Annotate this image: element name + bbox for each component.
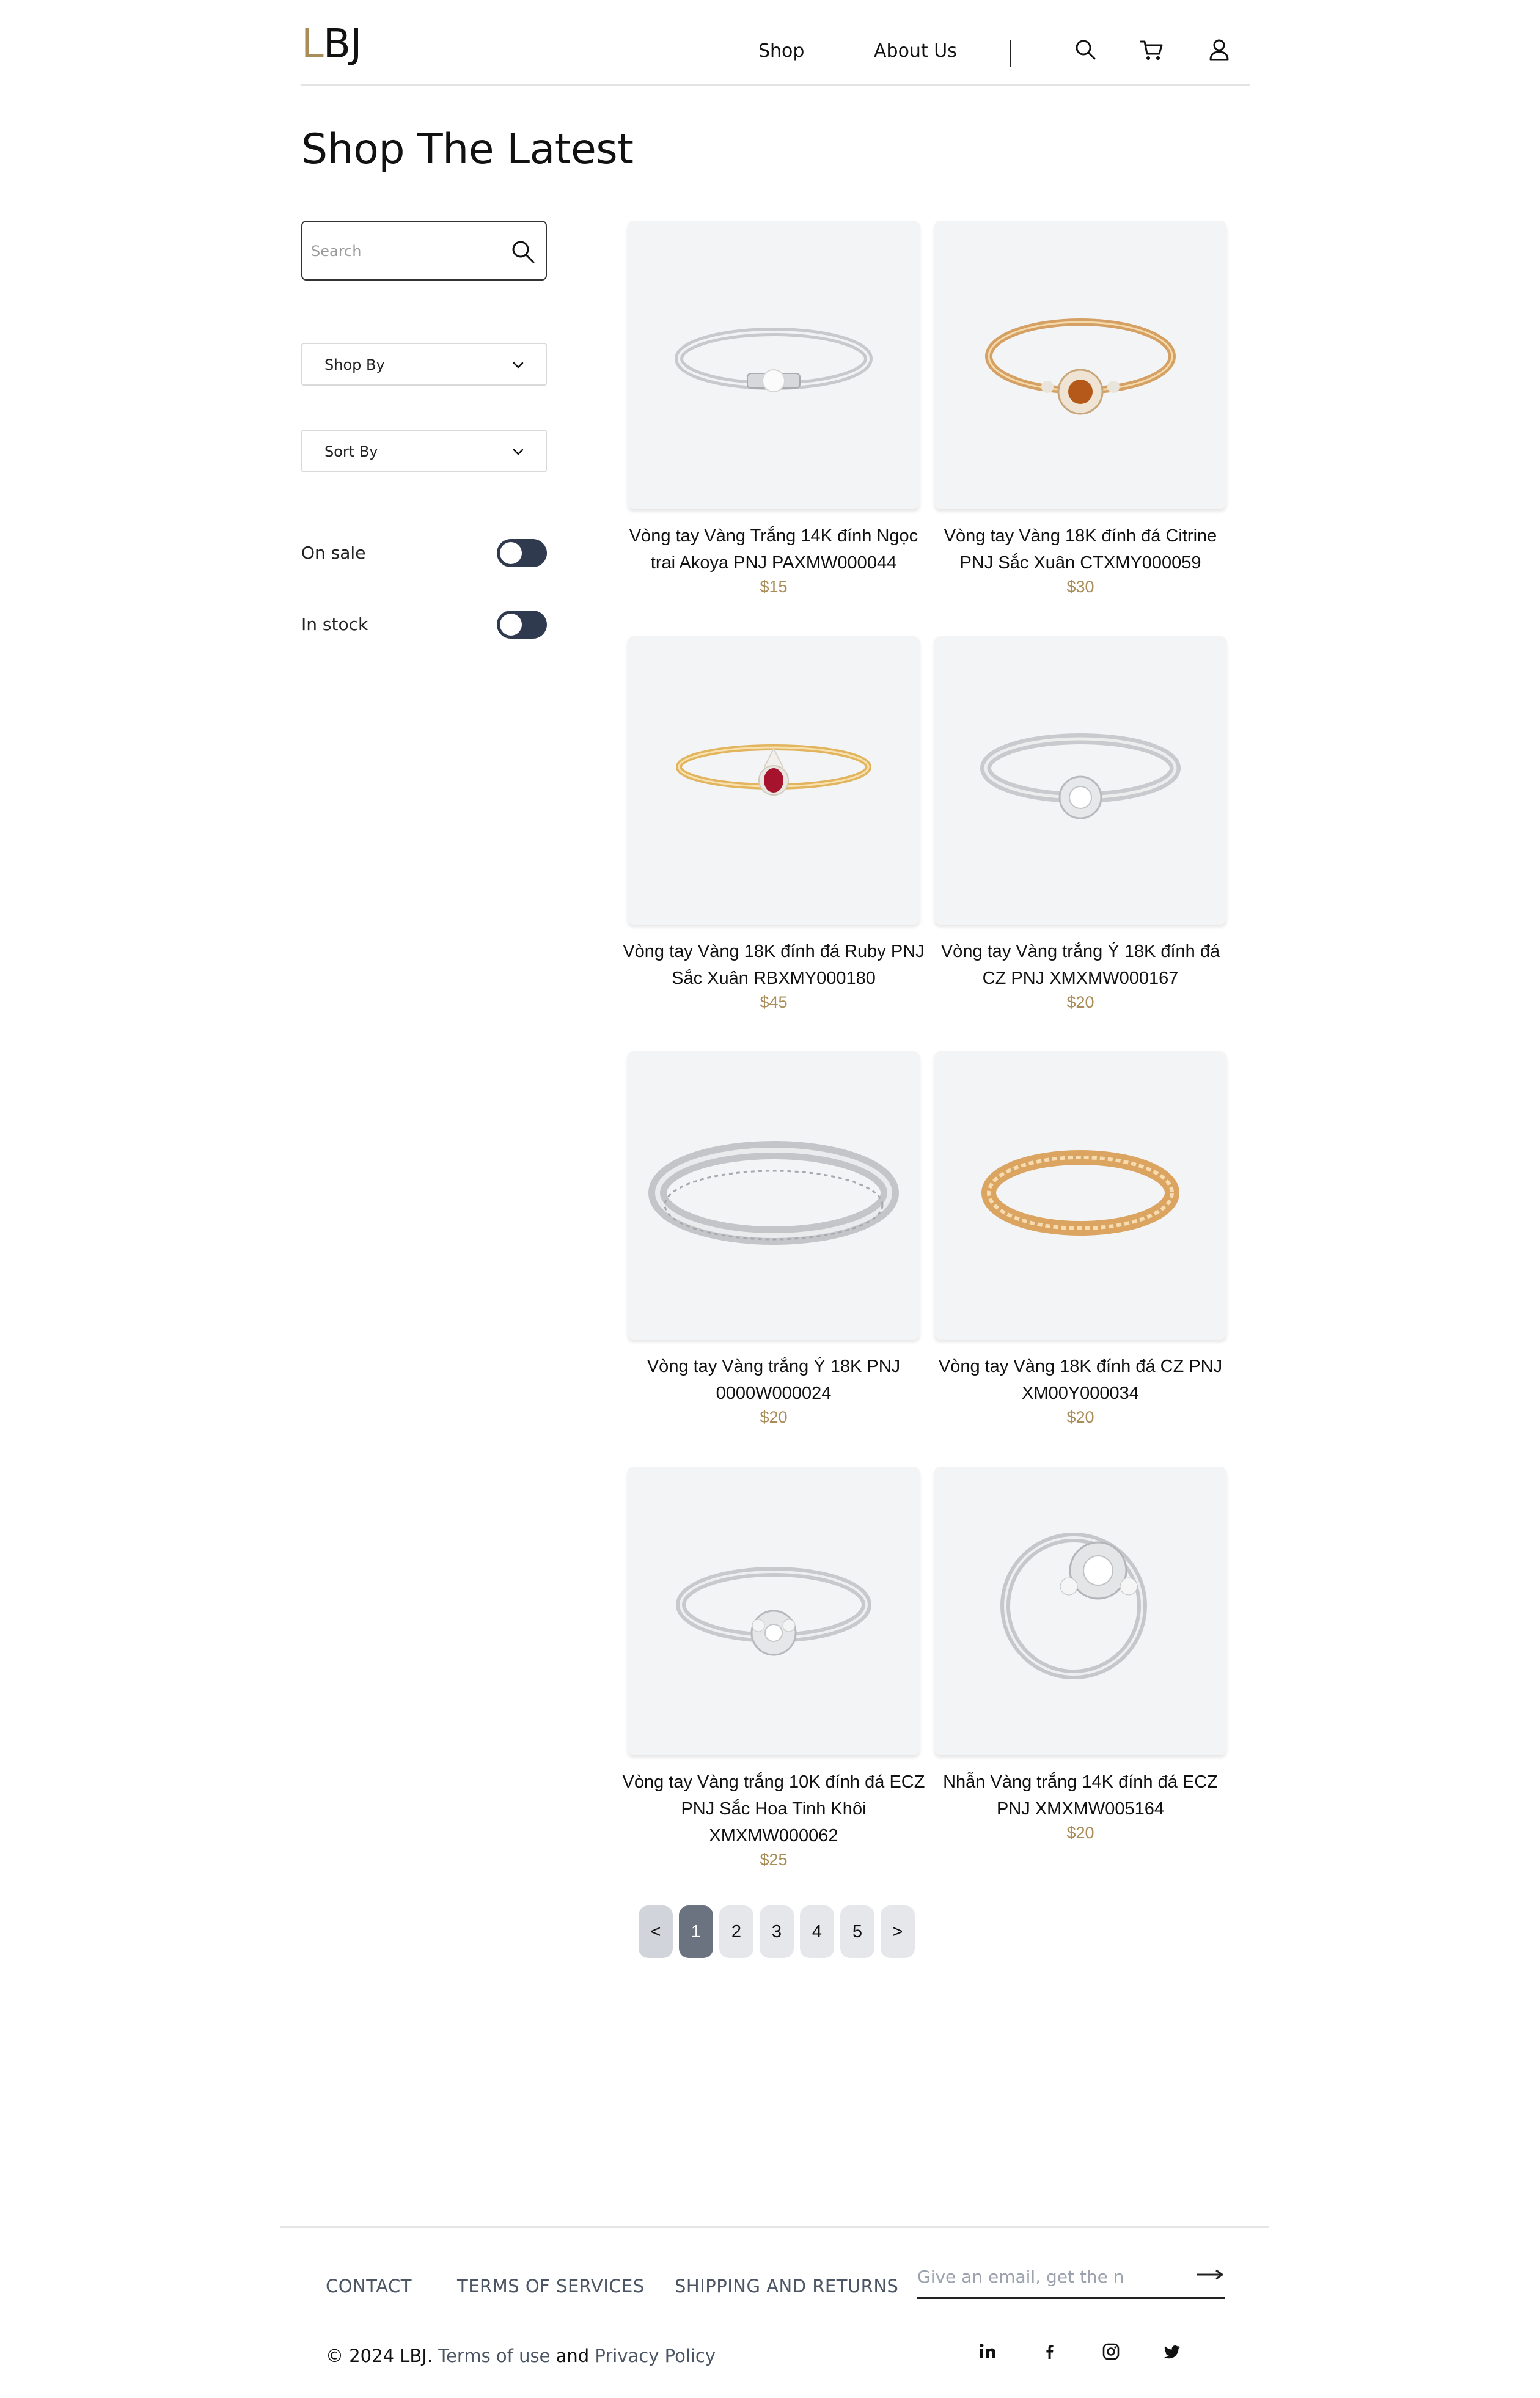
toggle-knob — [500, 614, 522, 636]
product-price: $20 — [1066, 993, 1094, 1011]
chevron-down-icon — [513, 362, 524, 369]
product-image[interactable] — [628, 1051, 920, 1340]
pagination-prev-button[interactable]: < — [639, 1905, 673, 1958]
cart-icon[interactable] — [1138, 37, 1165, 64]
product-price: $45 — [760, 993, 788, 1011]
site-header: LBJ Shop About Us — [301, 0, 1250, 86]
footer-divider — [280, 2226, 1269, 2228]
copyright-text: © 2024 LBJ. Terms of use and Privacy Pol… — [326, 2345, 716, 2366]
user-icon[interactable] — [1206, 37, 1233, 64]
linkedin-icon[interactable] — [977, 2341, 999, 2363]
logo-text: BJ — [323, 20, 362, 67]
logo[interactable]: LBJ — [301, 20, 362, 68]
bracelet-image — [648, 1141, 899, 1245]
search-icon[interactable] — [1072, 37, 1099, 64]
pagination-page-5[interactable]: 5 — [840, 1905, 875, 1958]
product-name[interactable]: Vòng tay Vàng Trắng 14K đính Ngọc trai A… — [622, 522, 926, 576]
on-sale-toggle[interactable] — [497, 539, 547, 567]
bracelet-image — [980, 733, 1181, 820]
logo-accent-letter: L — [301, 20, 324, 67]
product-name[interactable]: Vòng tay Vàng 18K đính đá CZ PNJ XM00Y00… — [928, 1353, 1233, 1407]
in-stock-row: In stock — [301, 609, 547, 640]
product-price: $25 — [760, 1850, 788, 1869]
page-title: Shop The Latest — [301, 125, 634, 174]
pagination-page-2[interactable]: 2 — [719, 1905, 754, 1958]
twitter-icon[interactable] — [1161, 2341, 1183, 2363]
product-price: $20 — [1066, 1824, 1094, 1842]
product-name[interactable]: Vòng tay Vàng trắng Ý 18K PNJ 0000W00002… — [622, 1353, 926, 1407]
ring-image — [1000, 1533, 1147, 1679]
nav-about-link[interactable]: About Us — [874, 40, 957, 62]
instagram-icon[interactable] — [1100, 2341, 1122, 2363]
toggle-knob — [500, 542, 522, 564]
shop-by-label: Shop By — [324, 356, 385, 373]
arrow-right-icon[interactable] — [1195, 2267, 1225, 2282]
search-input[interactable] — [311, 238, 494, 265]
footer-contact-link[interactable]: CONTACT — [326, 2276, 412, 2297]
product-image[interactable] — [934, 1467, 1226, 1755]
product-image[interactable] — [934, 636, 1226, 925]
privacy-policy-link[interactable]: Privacy Policy — [595, 2345, 716, 2366]
shop-by-dropdown[interactable]: Shop By — [301, 343, 547, 386]
product-name[interactable]: Vòng tay Vàng 18K đính đá Citrine PNJ Sắ… — [928, 522, 1233, 576]
product-price: $20 — [760, 1408, 788, 1426]
product-price: $15 — [760, 578, 788, 596]
pagination-page-4[interactable]: 4 — [800, 1905, 834, 1958]
copyright-and: and — [556, 2345, 590, 2366]
product-image[interactable] — [628, 1467, 920, 1755]
sort-by-dropdown[interactable]: Sort By — [301, 430, 547, 472]
product-image[interactable] — [934, 1051, 1226, 1340]
nav-divider — [1010, 40, 1011, 67]
terms-of-use-link[interactable]: Terms of use — [438, 2345, 550, 2366]
newsletter-email-input[interactable] — [917, 2262, 1162, 2290]
footer-shipping-link[interactable]: SHIPPING AND RETURNS — [675, 2276, 898, 2297]
nav-shop-link[interactable]: Shop — [758, 40, 804, 62]
product-price: $20 — [1066, 1408, 1094, 1426]
search-box[interactable] — [301, 221, 547, 280]
product-image[interactable] — [934, 221, 1226, 509]
pagination-page-3[interactable]: 3 — [760, 1905, 794, 1958]
pagination-next-button[interactable]: > — [881, 1905, 915, 1958]
bracelet-image — [981, 1150, 1179, 1236]
copyright-prefix: © 2024 LBJ. — [326, 2345, 433, 2366]
on-sale-label: On sale — [301, 543, 366, 563]
bracelet-image — [676, 744, 871, 796]
product-name[interactable]: Vòng tay Vàng trắng 10K đính đá ECZ PNJ … — [622, 1769, 926, 1849]
pagination-page-1[interactable]: 1 — [679, 1905, 713, 1958]
bracelet-image — [985, 318, 1176, 415]
product-name[interactable]: Vòng tay Vàng trắng Ý 18K đính đá CZ PNJ… — [928, 938, 1233, 992]
product-price: $30 — [1066, 578, 1094, 596]
bracelet-image — [676, 1567, 871, 1656]
in-stock-label: In stock — [301, 614, 369, 634]
bracelet-image — [675, 328, 873, 392]
footer-terms-link[interactable]: TERMS OF SERVICES — [457, 2276, 645, 2297]
chevron-down-icon — [513, 449, 524, 455]
product-name[interactable]: Nhẫn Vàng trắng 14K đính đá ECZ PNJ XMXM… — [928, 1769, 1233, 1822]
in-stock-toggle[interactable] — [497, 610, 547, 639]
product-name[interactable]: Vòng tay Vàng 18K đính đá Ruby PNJ Sắc X… — [622, 938, 926, 992]
on-sale-row: On sale — [301, 538, 547, 568]
sort-by-label: Sort By — [324, 443, 378, 460]
search-icon[interactable] — [509, 238, 537, 266]
facebook-icon[interactable] — [1039, 2341, 1061, 2363]
product-image[interactable] — [628, 636, 920, 925]
product-image[interactable] — [628, 221, 920, 509]
newsletter-form — [917, 2255, 1225, 2299]
